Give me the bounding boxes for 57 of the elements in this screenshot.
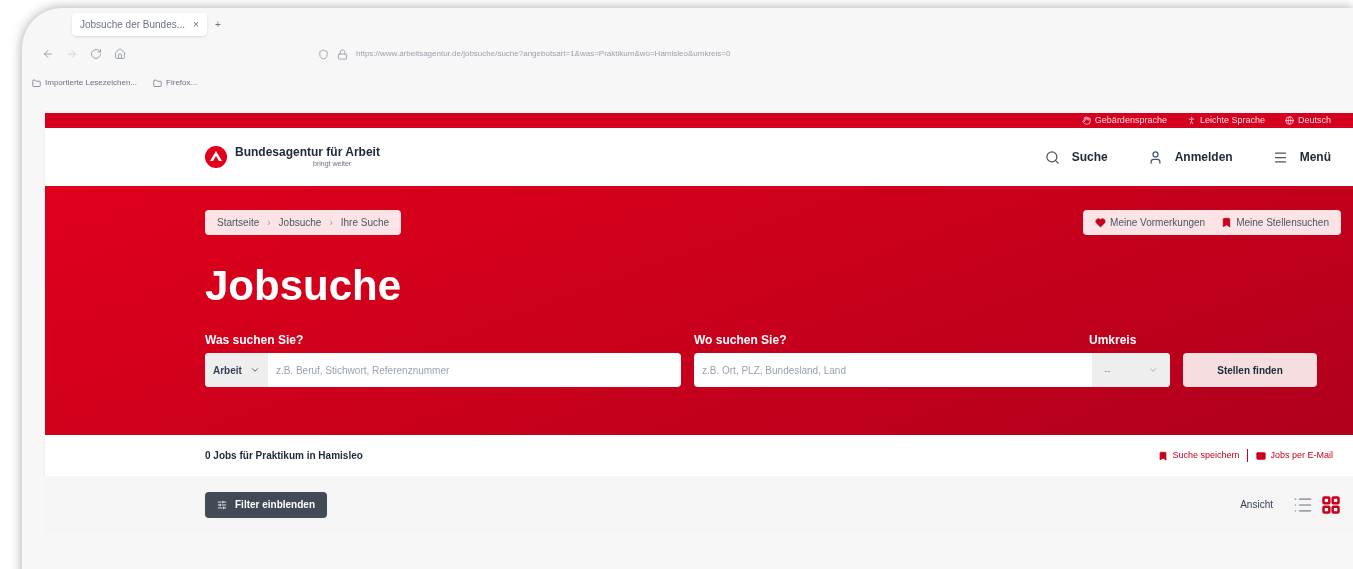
browser-tab[interactable]: Jobsuche der Bundes... × [72, 12, 207, 36]
lock-icon [337, 48, 348, 60]
quick-link[interactable]: Meine Stellensuchen [1221, 215, 1329, 230]
folder-icon [153, 78, 163, 88]
top-bar-link[interactable]: Leichte Sprache [1186, 113, 1265, 128]
menu-icon [1272, 149, 1288, 165]
page-title: Jobsuche [205, 265, 403, 307]
reload-icon[interactable] [90, 48, 102, 60]
breadcrumb-link[interactable]: Jobsuche [278, 215, 322, 230]
bookmark-item[interactable]: Importierte Lesezeichen... [32, 77, 138, 89]
top-bar-link[interactable]: Deutsch [1284, 113, 1331, 128]
where-input[interactable]: z.B. Ort, PLZ, Bundesland, Land [694, 353, 1092, 387]
logo-title: Bundesagentur für Arbeit [235, 145, 380, 161]
breadcrumb-separator: › [329, 216, 333, 230]
search-icon [1044, 149, 1060, 165]
bookmark-icon [1158, 450, 1169, 461]
header-nav-link[interactable]: Suche [1044, 148, 1108, 166]
bookmark-item[interactable]: Firefox... [153, 77, 198, 89]
filter-icon [217, 499, 227, 510]
field-label: Umkreis [1089, 332, 1137, 349]
results-action-link[interactable]: Jobs per E-Mail [1247, 448, 1341, 463]
folder-icon [32, 78, 41, 88]
results-action-link[interactable]: Suche speichern [1150, 448, 1248, 463]
filter-button[interactable]: Filter einblenden [205, 491, 327, 518]
what-search-field[interactable]: Arbeit z.B. Beruf, Stichwort, Referenznummer [205, 353, 681, 387]
forward-icon[interactable] [66, 48, 78, 60]
tab-close[interactable]: × [193, 16, 199, 32]
user-icon [1147, 149, 1163, 165]
submit-button[interactable]: Stellen finden [1183, 353, 1317, 387]
what-input[interactable]: z.B. Beruf, Stichwort, Referenznummer [267, 353, 681, 387]
caret-icon [1148, 365, 1158, 375]
caret-icon [249, 365, 260, 375]
globe-icon [1284, 116, 1294, 125]
heart-icon [1095, 217, 1107, 228]
type-select[interactable]: Arbeit [205, 353, 268, 387]
breadcrumb-separator: › [267, 216, 271, 230]
top-bar-link[interactable]: Gebärdensprache [1081, 113, 1167, 128]
breadcrumb-link[interactable]: Ihre Suche [340, 215, 390, 230]
header-nav-link[interactable]: Anmelden [1147, 148, 1233, 166]
shield-icon [318, 48, 329, 60]
tab-title: Jobsuche der Bundes... [80, 17, 186, 32]
hand-icon [1081, 116, 1091, 125]
bookmark-icon [1221, 217, 1233, 228]
field-label: Was suchen Sie? [205, 332, 305, 349]
results-summary: 0 Jobs für Praktikum in Hamisleo [205, 449, 363, 463]
grid-view-button[interactable] [1321, 494, 1341, 515]
mail-icon [1256, 450, 1267, 461]
header-nav-link[interactable]: Menü [1272, 148, 1331, 166]
home-icon[interactable] [114, 48, 126, 60]
back-icon[interactable] [42, 48, 54, 60]
new-tab-button[interactable]: + [214, 16, 221, 32]
logo-icon [205, 146, 227, 168]
field-label: Wo suchen Sie? [694, 332, 788, 349]
quick-link[interactable]: Meine Vormerkungen [1095, 215, 1206, 230]
breadcrumb-link[interactable]: Startseite [217, 215, 260, 230]
view-label: Ansicht [1240, 498, 1273, 512]
person-icon [1186, 116, 1196, 125]
